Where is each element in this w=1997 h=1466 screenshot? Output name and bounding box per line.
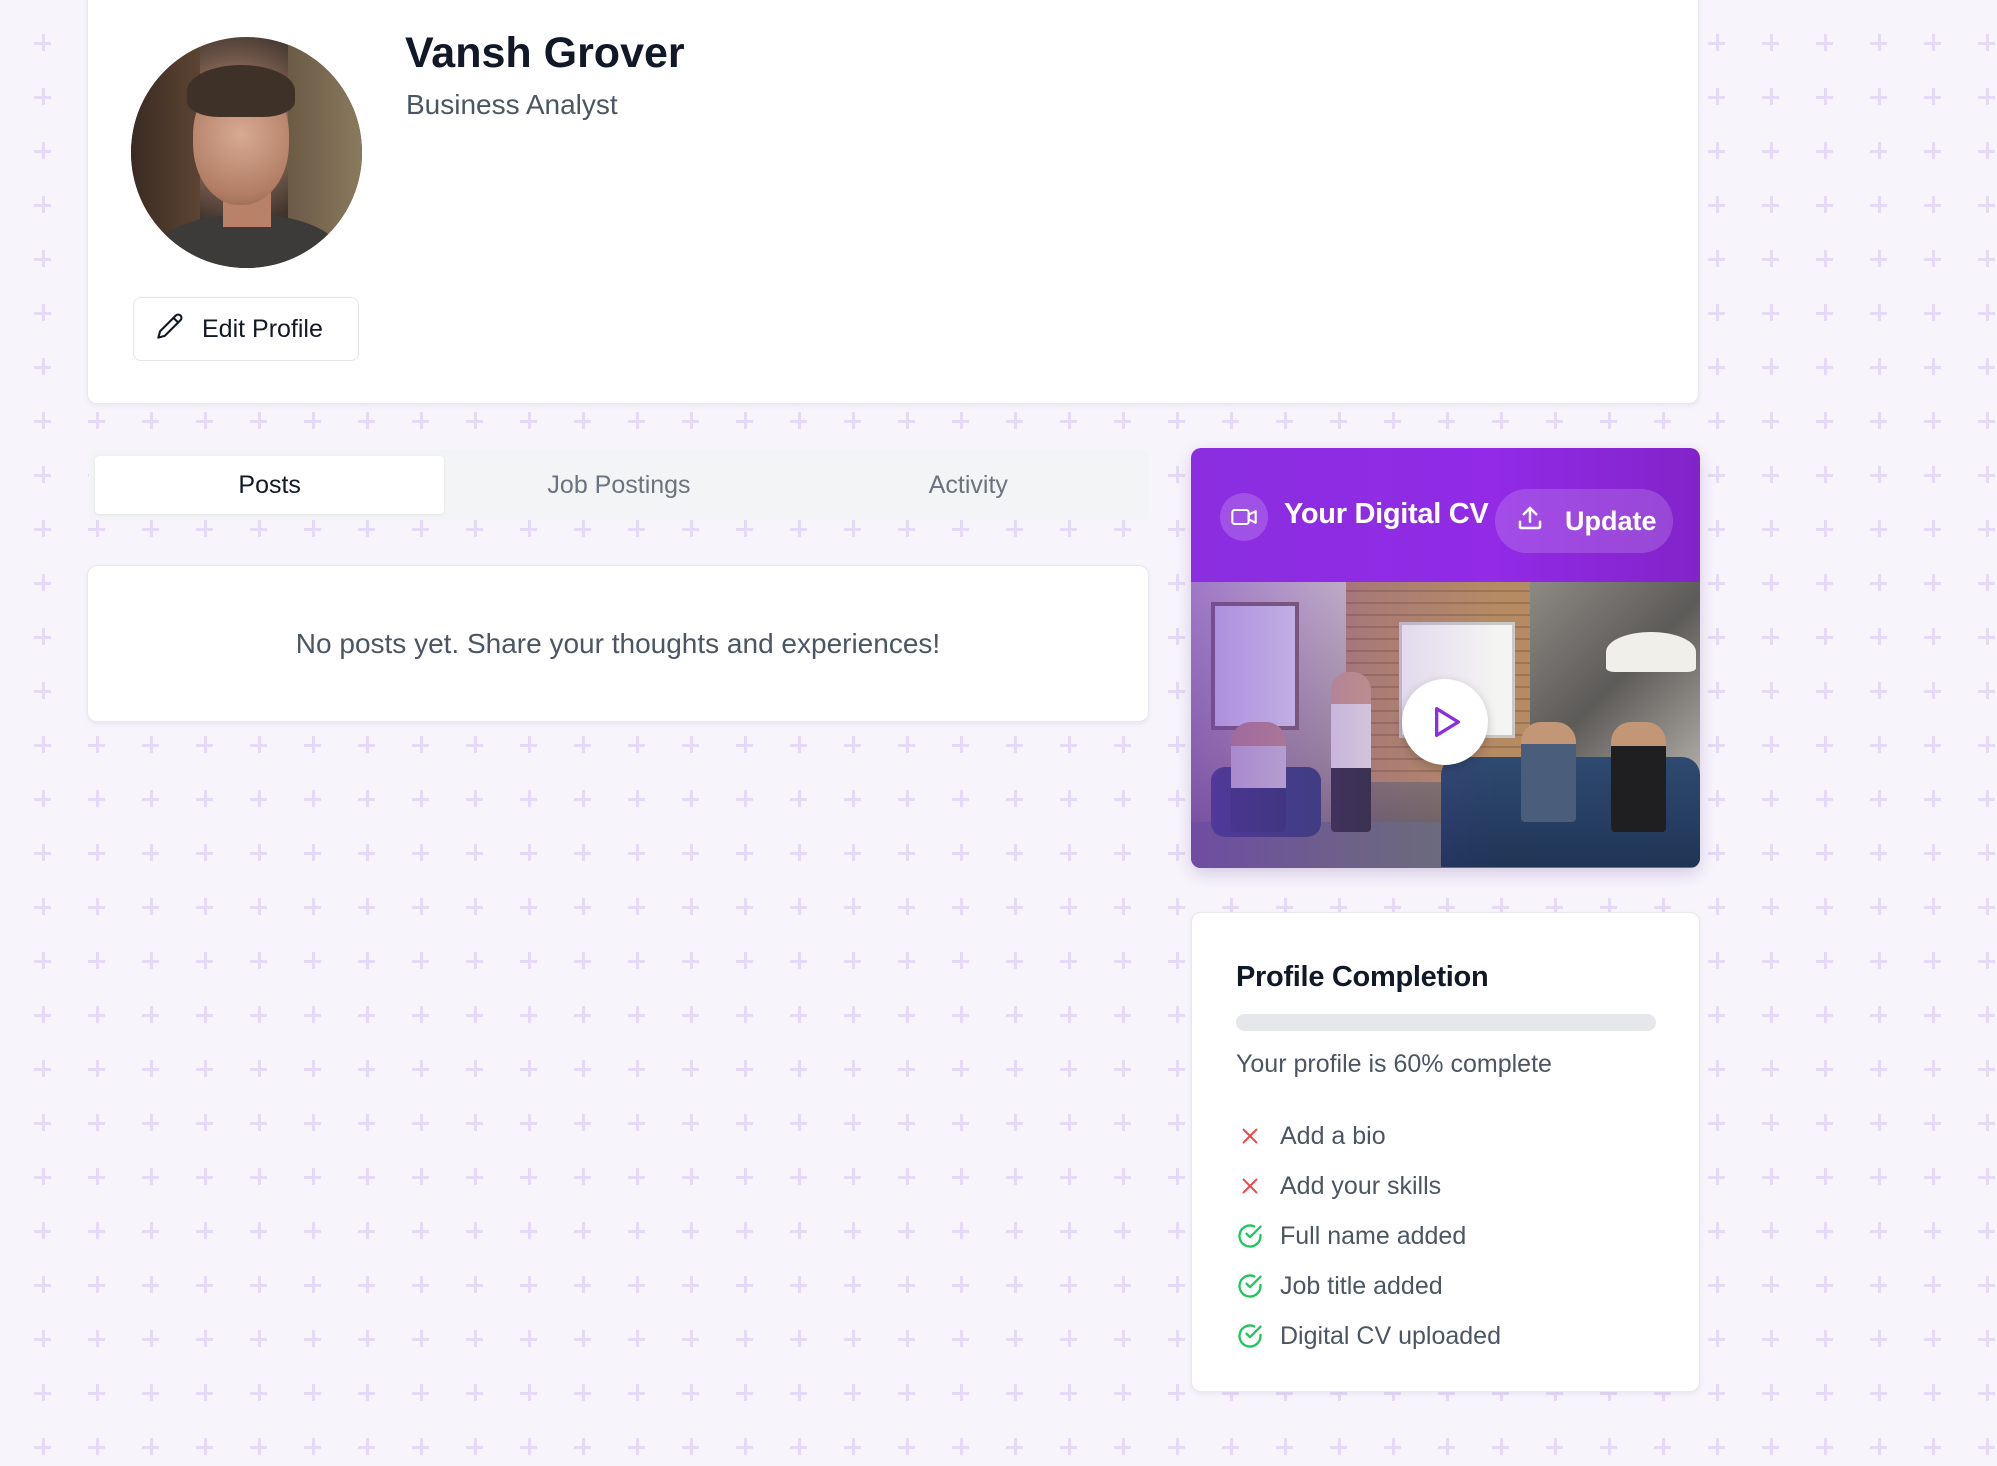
profile-job-title: Business Analyst	[406, 89, 618, 120]
profile-tabs: Posts Job Postings Activity	[89, 450, 1149, 520]
profile-completion-card: Profile Completion Your profile is 60% c…	[1191, 912, 1700, 1392]
profile-completion-summary: Your profile is 60% complete	[1236, 1050, 1552, 1078]
tab-posts[interactable]: Posts	[95, 456, 445, 514]
checklist-item-label: Job title added	[1280, 1271, 1443, 1300]
check-circle-icon	[1236, 1222, 1264, 1250]
upload-icon	[1515, 503, 1545, 540]
video-camera-icon	[1220, 493, 1268, 541]
check-circle-icon	[1236, 1322, 1264, 1350]
profile-completion-progress	[1236, 1014, 1656, 1031]
profile-completion-checklist: Add a bio Add your skills Full name added J…	[1236, 1111, 1501, 1361]
update-cv-button[interactable]: Update	[1495, 489, 1673, 553]
posts-empty-message: No posts yet. Share your thoughts and ex…	[295, 627, 941, 659]
pencil-icon	[156, 312, 184, 347]
checklist-item: Full name added	[1236, 1211, 1501, 1261]
checklist-item: Job title added	[1236, 1261, 1501, 1311]
profile-completion-progress-fill	[1236, 1014, 1488, 1031]
checklist-item-label: Add a bio	[1280, 1121, 1386, 1150]
avatar	[131, 37, 362, 268]
digital-cv-video-thumbnail[interactable]	[1191, 582, 1700, 868]
update-cv-label: Update	[1565, 505, 1657, 536]
check-circle-icon	[1236, 1272, 1264, 1300]
checklist-item: Digital CV uploaded	[1236, 1311, 1501, 1361]
checklist-item-label: Full name added	[1280, 1221, 1467, 1250]
edit-profile-button[interactable]: Edit Profile	[133, 297, 359, 361]
posts-panel: No posts yet. Share your thoughts and ex…	[87, 565, 1149, 722]
x-icon	[1236, 1122, 1264, 1150]
digital-cv-header: Your Digital CV Update	[1191, 448, 1700, 582]
tab-activity[interactable]: Activity	[794, 456, 1143, 514]
play-icon[interactable]	[1402, 679, 1488, 765]
profile-header-card: Vansh Grover Business Analyst Edit Profi…	[87, 0, 1699, 404]
digital-cv-card: Your Digital CV Update	[1191, 448, 1700, 868]
x-icon	[1236, 1172, 1264, 1200]
checklist-item: Add your skills	[1236, 1161, 1501, 1211]
checklist-item: Add a bio	[1236, 1111, 1501, 1161]
profile-completion-title: Profile Completion	[1236, 961, 1489, 993]
profile-name: Vansh Grover	[405, 29, 685, 77]
checklist-item-label: Add your skills	[1280, 1171, 1442, 1200]
digital-cv-title: Your Digital CV	[1284, 498, 1489, 530]
tab-job-postings[interactable]: Job Postings	[444, 456, 793, 514]
edit-profile-label: Edit Profile	[202, 314, 323, 343]
checklist-item-label: Digital CV uploaded	[1280, 1321, 1501, 1350]
